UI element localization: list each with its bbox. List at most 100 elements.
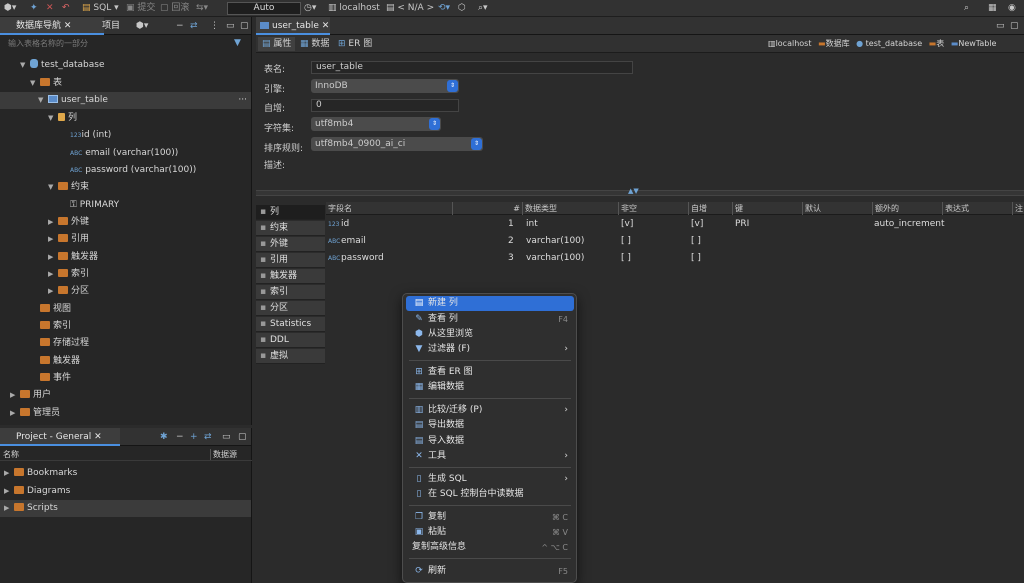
chevron-right-icon[interactable]: ▶ — [48, 214, 58, 231]
tree-item-primary[interactable]: ⚿ PRIMARY — [70, 197, 119, 214]
collapse-icon[interactable]: − — [176, 21, 184, 31]
field-name-cell[interactable]: email — [341, 234, 366, 249]
tree-item-columns[interactable]: ▼ 列 — [48, 110, 77, 127]
tree-item-column-id[interactable]: 123id (int) — [70, 127, 111, 144]
db-connect-icon[interactable]: ⬢▾ — [4, 3, 16, 13]
project-item-diagrams[interactable]: ▶ Diagrams — [4, 483, 70, 500]
chevron-right-icon[interactable]: ▶ — [48, 231, 58, 248]
type-cell[interactable]: int — [526, 217, 538, 232]
menu-view-column[interactable]: ✎ 查看 列 F4 — [406, 312, 574, 327]
crumb-localhost[interactable]: ▥localhost — [768, 39, 811, 48]
not-null-cell[interactable]: [v] — [621, 217, 633, 232]
key-cell[interactable]: PRI — [735, 217, 749, 232]
auto-inc-cell[interactable]: [ ] — [691, 234, 701, 249]
header-comment[interactable]: 注 — [1013, 202, 1024, 215]
settings-icon[interactable]: ✱ — [160, 432, 168, 442]
not-null-cell[interactable]: [ ] — [621, 234, 631, 249]
table-filter-input[interactable]: 输入表格名称的一部分 — [8, 38, 232, 50]
engine-select[interactable]: InnoDB ⇕ — [311, 79, 459, 93]
num-cell[interactable]: 3 — [508, 251, 514, 266]
tab-project-general[interactable]: Project - General ✕ — [0, 428, 120, 446]
menu-refresh[interactable]: ⟳ 刷新 F5 — [406, 564, 574, 579]
crumb-newtable[interactable]: ▬NewTable — [951, 39, 997, 48]
menu-paste[interactable]: ▣ 粘贴 ⌘ V — [406, 525, 574, 540]
auto-inc-cell[interactable]: [v] — [691, 217, 703, 232]
menu-tools[interactable]: ✕ 工具 › — [406, 449, 574, 464]
header-default[interactable]: 默认 — [803, 202, 873, 215]
rollback-button[interactable]: ▢ 回滚 — [160, 3, 189, 13]
header-auto-inc[interactable]: 自增 — [689, 202, 733, 215]
field-name-cell[interactable]: id — [341, 217, 349, 232]
maximize-icon[interactable]: ▢ — [240, 21, 249, 31]
tree-item-views[interactable]: 视图 — [40, 301, 71, 318]
link-icon[interactable]: ⇄ — [190, 21, 198, 31]
chevron-down-icon[interactable]: ▼ — [38, 92, 48, 109]
section-tab-constraints[interactable]: ▪ 约束 — [256, 221, 325, 236]
rollback-icon[interactable]: ↶ — [62, 3, 70, 13]
header-num[interactable]: # — [453, 202, 523, 215]
minimize-icon[interactable]: ▭ — [222, 432, 231, 442]
datasource-selector[interactable]: ▥ localhost — [328, 3, 380, 13]
header-key[interactable]: 键 — [733, 202, 803, 215]
field-name-cell[interactable]: password — [341, 251, 384, 266]
auto-inc-cell[interactable]: [ ] — [691, 251, 701, 266]
tab-project[interactable]: 项目 — [86, 17, 132, 35]
search-icon[interactable]: ⌕▾ — [478, 3, 488, 13]
chevron-down-icon[interactable]: ▼ — [20, 57, 30, 74]
menu-generate-sql[interactable]: ▯ 生成 SQL › — [406, 472, 574, 487]
sql-editor-button[interactable]: ▤ SQL ▾ — [82, 3, 119, 13]
collapse-icon[interactable]: − — [176, 432, 184, 442]
header-not-null[interactable]: 非空 — [619, 202, 689, 215]
tree-item-trig[interactable]: 触发器 — [40, 353, 80, 370]
chevron-down-icon[interactable]: ▼ — [48, 179, 58, 196]
tree-item-tables[interactable]: ▼ 表 — [30, 75, 62, 92]
tree-item-column-email[interactable]: ABC email (varchar(100)) — [70, 145, 178, 162]
menu-export[interactable]: ▤ 导出数据 — [406, 418, 574, 433]
schema-selector[interactable]: ▤ < N/A > — [386, 3, 434, 13]
chevron-right-icon[interactable]: ▶ — [4, 465, 14, 482]
tree-item-constraints[interactable]: ▼ 约束 — [48, 179, 89, 196]
type-cell[interactable]: varchar(100) — [526, 234, 584, 249]
menu-edit-data[interactable]: ▦ 编辑数据 — [406, 380, 574, 395]
tab-properties[interactable]: ▤ 属性 — [258, 37, 296, 51]
section-tab-references[interactable]: ▪ 引用 — [256, 253, 325, 268]
chevron-right-icon[interactable]: ▶ — [48, 249, 58, 266]
commit-mode-select[interactable]: Auto — [227, 2, 301, 15]
tab-er-diagram[interactable]: ⊞ ER 图 — [334, 37, 376, 51]
crumb-databases[interactable]: ▬数据库 — [818, 39, 850, 48]
tree-item-procedures[interactable]: 存储过程 — [40, 335, 89, 352]
menu-icon[interactable]: ⋮ — [210, 21, 219, 31]
section-tab-statistics[interactable]: ▪ Statistics — [256, 317, 325, 332]
chevron-right-icon[interactable]: ▶ — [48, 266, 58, 283]
disconnect-icon[interactable]: ✕ — [46, 3, 54, 13]
new-connection-icon[interactable]: ⬢▾ — [136, 21, 148, 31]
commit-button[interactable]: ▣ 提交 — [126, 3, 155, 13]
type-cell[interactable]: varchar(100) — [526, 251, 584, 266]
tree-item-column-password[interactable]: ABC password (varchar(100)) — [70, 162, 196, 179]
chevron-down-icon[interactable]: ▼ — [30, 75, 40, 92]
tab-user-table[interactable]: user_table ✕ — [256, 17, 330, 35]
charset-select[interactable]: utf8mb4 ⇕ — [311, 117, 441, 131]
tree-item-triggers[interactable]: ▶ 触发器 — [48, 249, 98, 266]
section-tab-virtual[interactable]: ▪ 虚拟 — [256, 349, 325, 364]
chevron-right-icon[interactable]: ▶ — [48, 283, 58, 300]
num-cell[interactable]: 2 — [508, 234, 514, 249]
add-icon[interactable]: + — [190, 432, 198, 442]
num-cell[interactable]: 1 — [508, 217, 514, 232]
menu-new-column[interactable]: ▤ 新建 列 — [406, 296, 574, 311]
header-field-name[interactable]: 字段名 — [326, 202, 453, 215]
tree-item-database[interactable]: ▼ test_database — [20, 57, 105, 74]
filter-icon[interactable]: ▼ — [234, 38, 241, 48]
tree-item-users[interactable]: ▶ 用户 — [10, 387, 51, 404]
link-icon[interactable]: ⇄ — [204, 432, 212, 442]
menu-view-er[interactable]: ⊞ 查看 ER 图 — [406, 365, 574, 380]
tree-item-foreign-keys[interactable]: ▶ 外键 — [48, 214, 89, 231]
section-tab-ddl[interactable]: ▪ DDL — [256, 333, 325, 348]
crumb-test-database[interactable]: ● test_database — [856, 39, 922, 48]
menu-copy[interactable]: ❐ 复制 ⌘ C — [406, 510, 574, 525]
extra-cell[interactable]: auto_increment — [874, 217, 944, 232]
chevron-right-icon[interactable]: ▶ — [4, 483, 14, 500]
tab-data[interactable]: ▦ 数据 — [296, 37, 333, 51]
more-icon[interactable]: ··· — [238, 92, 247, 109]
tree-item-user-table[interactable]: ▼ user_table ··· — [0, 92, 251, 109]
